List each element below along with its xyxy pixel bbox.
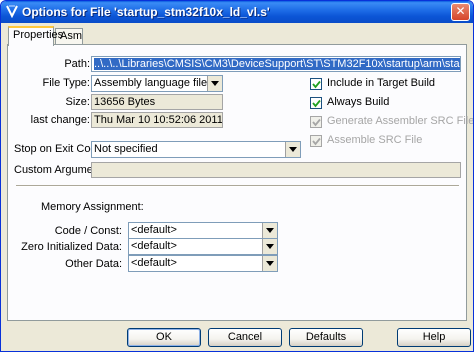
other-data-select[interactable]: <default> [128, 255, 278, 272]
tab-properties[interactable]: Properties [8, 26, 63, 46]
ok-button[interactable]: OK [127, 328, 201, 347]
title-bar[interactable]: Options for File 'startup_stm32f10x_ld_v… [1, 1, 473, 23]
uvision-icon [5, 4, 19, 19]
checkbox-label: Generate Assembler SRC File [327, 115, 474, 127]
help-button[interactable]: Help [397, 328, 471, 347]
close-icon: ✕ [455, 4, 466, 18]
checkbox-box [310, 135, 322, 147]
code-const-select[interactable]: <default> [128, 222, 278, 239]
always-build-checkbox[interactable]: Always Build [310, 96, 460, 110]
zero-init-value: <default> [131, 240, 177, 252]
zero-init-select[interactable]: <default> [128, 238, 278, 255]
chevron-down-icon[interactable] [285, 142, 300, 157]
checkbox-label: Include in Target Build [327, 77, 436, 89]
path-field[interactable]: ..\..\..\Libraries\CMSIS\CM3\DeviceSuppo… [91, 56, 461, 72]
zero-init-label: Zero Initialized Data: [21, 241, 122, 253]
properties-panel: Path: ..\..\..\Libraries\CMSIS\CM3\Devic… [7, 44, 473, 321]
chevron-down-icon[interactable] [262, 256, 277, 271]
size-label: Size: [65, 96, 90, 108]
assemble-src-checkbox: Assemble SRC File [310, 134, 460, 148]
last-change-field: Thu Mar 10 10:52:06 2011 [91, 112, 223, 128]
file-type-value: Assembly language file [94, 77, 208, 89]
size-field: 13656 Bytes [91, 94, 223, 110]
code-const-value: <default> [131, 224, 177, 236]
chevron-down-icon[interactable] [207, 76, 222, 91]
file-type-label: File Type: [42, 77, 91, 89]
chevron-down-icon[interactable] [262, 223, 277, 238]
divider [16, 185, 459, 187]
custom-args-field [91, 162, 461, 178]
checkbox-box[interactable] [310, 97, 322, 109]
checkbox-label: Always Build [327, 96, 390, 108]
stop-on-exit-value: Not specified [94, 143, 158, 155]
other-data-label: Other Data: [65, 258, 122, 270]
memory-assignment-heading: Memory Assignment: [41, 201, 144, 213]
path-value: ..\..\..\Libraries\CMSIS\CM3\DeviceSuppo… [94, 58, 460, 70]
checkbox-label: Assemble SRC File [327, 134, 423, 146]
chevron-down-icon[interactable] [262, 239, 277, 254]
code-const-label: Code / Const: [54, 225, 122, 237]
options-dialog: Options for File 'startup_stm32f10x_ld_v… [0, 0, 474, 352]
window-title: Options for File 'startup_stm32f10x_ld_v… [22, 5, 270, 19]
path-label: Path: [64, 58, 90, 70]
last-change-label: last change: [30, 114, 90, 126]
stop-on-exit-label: Stop on Exit Code: [14, 143, 106, 155]
checkbox-box [310, 116, 322, 128]
generate-asm-src-checkbox: Generate Assembler SRC File [310, 115, 473, 129]
other-data-value: <default> [131, 257, 177, 269]
defaults-button[interactable]: Defaults [289, 328, 363, 347]
file-type-select[interactable]: Assembly language file [91, 75, 223, 92]
custom-args-label: Custom Arguments: [14, 164, 111, 176]
checkbox-box[interactable] [310, 78, 322, 90]
include-in-build-checkbox[interactable]: Include in Target Build [310, 77, 460, 91]
cancel-button[interactable]: Cancel [208, 328, 282, 347]
close-button[interactable]: ✕ [451, 3, 470, 21]
stop-on-exit-select[interactable]: Not specified [91, 141, 301, 158]
